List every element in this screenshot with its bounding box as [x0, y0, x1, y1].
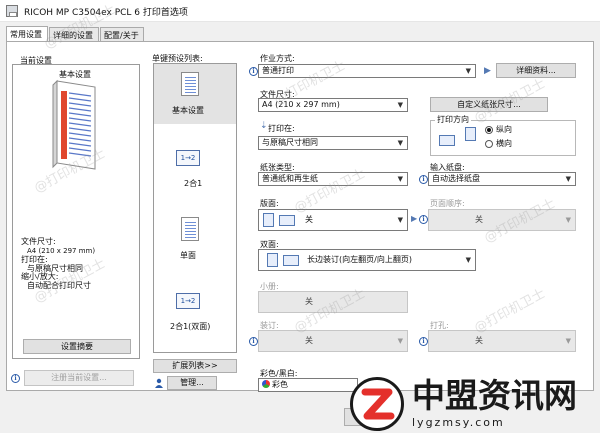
preset-item-basic[interactable]: 基本设置 [154, 64, 226, 124]
job-type-value: 普通打印 [262, 66, 294, 75]
print-on-label: 打印在: [268, 124, 295, 133]
printer-app-icon [6, 5, 18, 17]
preset-item-label: 单面 [180, 251, 196, 260]
portrait-label: 纵向 [496, 125, 512, 134]
layout-select[interactable]: 关 ▼ [258, 209, 408, 231]
page-order-label: 页面顺序: [430, 199, 465, 208]
job-type-select[interactable]: 普通打印 ▼ [258, 64, 476, 78]
duplex-value: 长边装订(向左翻页/向上翻页) [307, 255, 412, 264]
staple-select[interactable]: 关 ▼ [258, 330, 408, 352]
site-watermark: 中盟资讯网 lygzmsy.com [350, 375, 600, 433]
two-in-one-icon: 1→2 [176, 150, 200, 166]
chevron-down-icon: ▼ [397, 101, 403, 109]
input-tray-value: 自动选择纸盘 [432, 174, 480, 183]
paper-type-value: 普通纸和再生纸 [262, 174, 318, 183]
site-brand-text: 中盟资讯网 [412, 376, 577, 415]
duplex-flip-icon [283, 255, 299, 266]
document-icon [181, 72, 199, 96]
settings-summary-button[interactable]: 设置摘要 [23, 339, 131, 354]
job-type-label: 作业方式: [260, 54, 295, 63]
two-in-one-duplex-icon: 1→2 [176, 293, 200, 309]
summary-scale-value: 自动配合打印尺寸 [27, 281, 91, 290]
tab-detailed-settings[interactable]: 详细的设置 [49, 27, 99, 41]
duplex-page-icon [267, 253, 278, 267]
info-icon[interactable]: i [419, 175, 428, 184]
page-order-select[interactable]: 关 ▼ [428, 209, 576, 231]
portrait-radio[interactable] [485, 126, 493, 134]
landscape-page-icon [279, 215, 295, 226]
preset-item-2in1[interactable]: 1→2 2合1 [154, 144, 226, 204]
details-button[interactable]: 详细资料... [496, 63, 576, 78]
info-icon[interactable]: i [249, 67, 258, 76]
layout-label: 版面: [260, 199, 279, 208]
chevron-down-icon: ▼ [397, 337, 403, 345]
orientation-landscape-icon [439, 135, 455, 146]
preset-list[interactable]: 基本设置 1→2 2合1 单面 1→2 2合1(双面) ▲ ▼ [153, 63, 237, 353]
landscape-radio[interactable] [485, 140, 493, 148]
chevron-down-icon: ▼ [565, 175, 571, 183]
booklet-select[interactable]: 关 [258, 291, 408, 313]
chevron-down-icon: ▼ [565, 337, 571, 345]
page-order-value: 关 [475, 215, 483, 224]
preset-item-label: 基本设置 [172, 106, 204, 115]
tab-common-settings[interactable]: 常用设置 [6, 26, 48, 41]
chevron-down-icon: ▼ [465, 256, 471, 264]
print-on-select[interactable]: 与原稿尺寸相同 ▼ [258, 136, 408, 150]
arrow-right-icon: ▶ [411, 214, 418, 223]
document-icon [181, 217, 199, 241]
expand-list-button[interactable]: 扩展列表>> [153, 359, 237, 373]
chevron-down-icon: ▼ [397, 139, 403, 147]
title-bar: RICOH MP C3504ex PCL 6 打印首选项 [0, 0, 600, 22]
site-url-text: lygzmsy.com [412, 416, 505, 429]
info-icon[interactable]: i [249, 337, 258, 346]
window-title: RICOH MP C3504ex PCL 6 打印首选项 [24, 8, 188, 18]
arrow-down-icon: ⇣ [260, 121, 268, 131]
orientation-portrait-icon [465, 127, 476, 141]
preset-item-2in1-duplex[interactable]: 1→2 2合1(双面) [154, 289, 226, 349]
chevron-down-icon: ▼ [397, 175, 403, 183]
preset-item-single-sided[interactable]: 单面 [154, 214, 226, 274]
single-page-icon [263, 213, 274, 227]
paper-type-select[interactable]: 普通纸和再生纸 ▼ [258, 172, 408, 186]
input-tray-select[interactable]: 自动选择纸盘 ▼ [428, 172, 576, 186]
staple-value: 关 [305, 336, 313, 345]
paper-size-select[interactable]: A4 (210 x 297 mm) ▼ [258, 98, 408, 112]
info-icon[interactable]: i [11, 374, 20, 383]
tab-config-about[interactable]: 配置/关于 [100, 27, 144, 41]
current-settings-panel: 基本设置 文件尺寸: A4 (210 x 297 mm) 打印在: 与原稿尺寸相… [12, 64, 140, 359]
info-icon[interactable]: i [419, 337, 428, 346]
info-icon[interactable]: i [419, 215, 428, 224]
chevron-down-icon: ▼ [397, 216, 403, 224]
user-icon [154, 378, 164, 388]
register-current-settings-button[interactable]: 注册当前设置... [24, 370, 134, 386]
paper-size-value: A4 (210 x 297 mm) [262, 100, 340, 109]
chevron-down-icon: ▼ [465, 67, 471, 75]
landscape-label: 横向 [496, 139, 512, 148]
orientation-group: 打印方向 纵向 横向 [430, 115, 576, 156]
orientation-label: 打印方向 [435, 115, 471, 125]
preset-item-label: 2合1(双面) [170, 322, 211, 331]
duplex-select[interactable]: 长边装订(向左翻页/向上翻页) ▼ [258, 249, 476, 271]
punch-value: 关 [475, 336, 483, 345]
print-on-value: 与原稿尺寸相同 [262, 138, 318, 147]
page-preview-icon [51, 77, 103, 173]
layout-value: 关 [305, 215, 313, 224]
color-value: 彩色 [272, 380, 288, 389]
color-select[interactable]: 彩色 [258, 378, 358, 392]
chevron-down-icon: ▼ [565, 216, 571, 224]
manage-button[interactable]: 管理... [167, 376, 217, 390]
punch-select[interactable]: 关 ▼ [428, 330, 576, 352]
color-wheel-icon [262, 380, 270, 388]
preset-item-label: 2合1 [184, 179, 203, 188]
site-logo-icon [350, 377, 404, 431]
booklet-value: 关 [305, 297, 313, 306]
arrow-right-icon: ▶ [484, 66, 491, 76]
custom-paper-size-button[interactable]: 自定义纸张尺寸... [430, 97, 548, 112]
